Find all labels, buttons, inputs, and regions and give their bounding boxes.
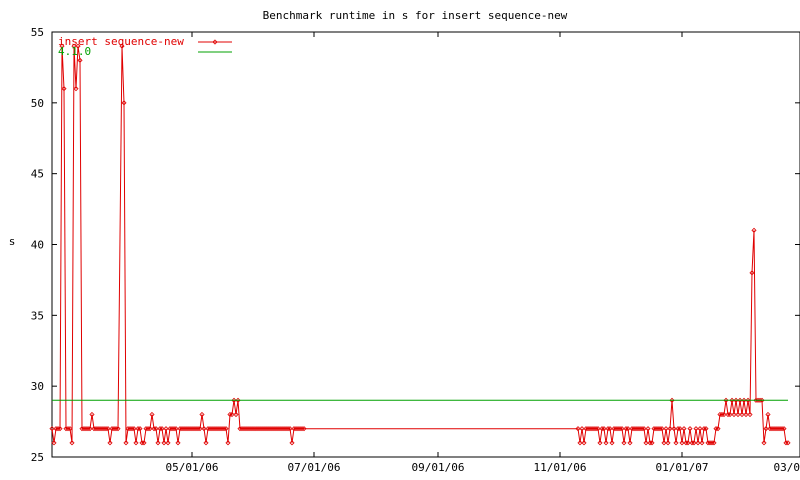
series-0 <box>49 43 791 446</box>
benchmark-chart: Benchmark runtime in s for insert sequen… <box>9 9 800 474</box>
series-layer <box>49 43 791 446</box>
y-axis: 25 30 35 40 45 50 55 <box>31 26 800 464</box>
y-tick-label: 30 <box>31 380 44 393</box>
x-axis: 05/01/06 07/01/06 09/01/06 11/01/06 01/01/07… <box>166 32 800 474</box>
legend: insert sequence-new4.1.0 <box>58 35 232 58</box>
x-tick-label: 03/01/07 <box>774 461 800 474</box>
y-tick-label: 45 <box>31 168 44 181</box>
y-tick-label: 55 <box>31 26 44 39</box>
plot-frame <box>51 31 800 458</box>
x-tick-label: 11/01/06 <box>534 461 587 474</box>
legend-label: 4.1.0 <box>58 45 91 58</box>
y-tick-label: 35 <box>31 309 44 322</box>
x-tick-label: 09/01/06 <box>412 461 465 474</box>
x-tick-label: 05/01/06 <box>166 461 219 474</box>
y-tick-label: 25 <box>31 451 44 464</box>
series-line <box>51 46 788 444</box>
x-tick-label: 01/01/07 <box>656 461 709 474</box>
y-axis-label: s <box>9 235 16 248</box>
x-tick-label: 07/01/06 <box>288 461 341 474</box>
y-tick-label: 40 <box>31 239 44 252</box>
y-tick-label: 50 <box>31 97 44 110</box>
chart-title: Benchmark runtime in s for insert sequen… <box>263 9 568 22</box>
